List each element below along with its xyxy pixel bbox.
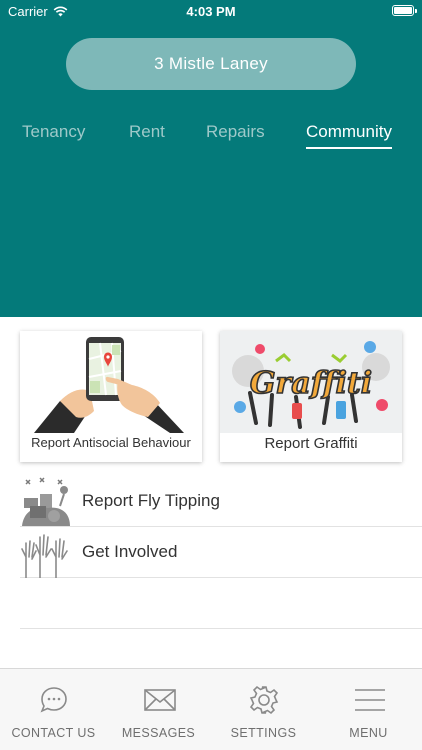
chat-bubble-icon — [40, 687, 67, 713]
tab-repairs[interactable]: Repairs — [206, 122, 265, 142]
fly-tipping-label: Report Fly Tipping — [82, 491, 220, 510]
nav-messages[interactable]: MESSAGES — [106, 669, 211, 750]
graffiti-image: Graffiti — [220, 331, 402, 433]
envelope-icon — [144, 689, 176, 711]
raised-hands-icon — [21, 533, 68, 578]
header: Carrier 4:03 PM 3 Mistle Laney Tenancy R… — [0, 0, 422, 317]
list-item-get-involved[interactable]: Get Involved — [20, 527, 422, 578]
nav-menu-label: MENU — [349, 726, 388, 740]
battery-icon — [392, 5, 417, 16]
graffiti-card-label: Report Graffiti — [264, 435, 358, 452]
get-involved-label: Get Involved — [82, 542, 178, 561]
status-bar: Carrier 4:03 PM — [0, 0, 422, 22]
nav-contact-us[interactable]: CONTACT US — [1, 669, 106, 750]
report-antisocial-card[interactable]: Report Antisocial Behaviour — [20, 331, 202, 462]
report-graffiti-card[interactable]: Graffiti Report Graffiti — [220, 331, 402, 462]
nav-contact-us-label: CONTACT US — [11, 726, 96, 740]
fly-tipping-icon — [22, 476, 70, 526]
tab-rent[interactable]: Rent — [129, 122, 165, 142]
phone-map-icon — [20, 331, 202, 433]
status-time: 4:03 PM — [186, 4, 236, 19]
svg-text:Graffiti: Graffiti — [250, 366, 372, 401]
tab-tenancy[interactable]: Tenancy — [22, 122, 85, 142]
antisocial-card-label: Report Antisocial Behaviour — [31, 435, 191, 450]
tab-community[interactable]: Community — [306, 122, 392, 149]
tab-bar: Tenancy Rent Repairs Community — [0, 122, 422, 152]
list-divider — [20, 628, 422, 629]
nav-menu[interactable]: MENU — [316, 669, 421, 750]
address-label: 3 Mistle Laney — [154, 54, 268, 73]
gear-icon — [249, 685, 279, 715]
bottom-navigation: CONTACT US MESSAGES SETTINGS MENU — [0, 668, 422, 750]
hamburger-icon — [355, 689, 385, 711]
nav-messages-label: MESSAGES — [121, 726, 196, 740]
nav-settings[interactable]: SETTINGS — [211, 669, 316, 750]
list-item-fly-tipping[interactable]: Report Fly Tipping — [20, 476, 422, 527]
address-selector[interactable]: 3 Mistle Laney — [66, 38, 356, 90]
nav-settings-label: SETTINGS — [230, 726, 297, 740]
